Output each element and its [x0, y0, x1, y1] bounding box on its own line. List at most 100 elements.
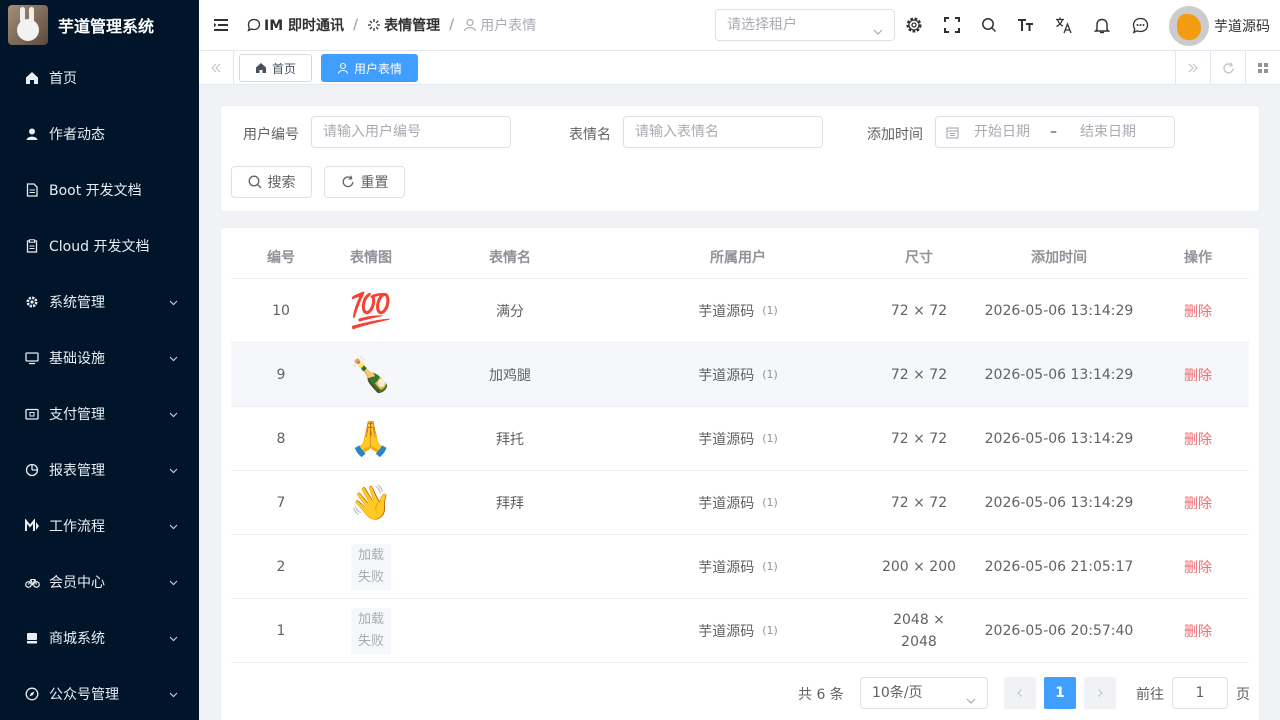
- column-header: 操作: [1184, 250, 1212, 266]
- double-chevron-right-icon[interactable]: [1175, 51, 1210, 85]
- tenant-select[interactable]: 请选择租户: [715, 9, 895, 41]
- user-icon: [463, 18, 477, 32]
- delete-button[interactable]: 删除: [1184, 429, 1212, 449]
- avatar[interactable]: [1169, 6, 1209, 46]
- error-text: 失败: [357, 569, 384, 585]
- user-icon: [337, 62, 349, 74]
- cell-name: 拜拜: [496, 495, 524, 512]
- goto-page-input[interactable]: 1: [1172, 677, 1228, 709]
- search-icon[interactable]: [979, 15, 999, 35]
- refresh-icon[interactable]: [1210, 51, 1245, 85]
- cell-image[interactable]: 加载 失败: [331, 599, 411, 662]
- cell-image[interactable]: 💯: [331, 279, 411, 342]
- document-icon: [24, 182, 40, 198]
- prev-page-button[interactable]: [1004, 677, 1036, 709]
- date-range-picker[interactable]: 开始日期 – 结束日期: [935, 116, 1175, 148]
- sidebar-item-label: 工作流程: [49, 519, 105, 535]
- delete-button[interactable]: 删除: [1184, 301, 1212, 321]
- tag-user-emoji[interactable]: 用户表情: [321, 54, 419, 82]
- sidebar-item-label: 商城系统: [49, 631, 105, 647]
- app-title: 芋道管理系统: [58, 17, 155, 36]
- user-count: (1): [762, 496, 778, 509]
- cell-user: 芋道源码 (1): [609, 535, 867, 598]
- sidebar-item-cloud-docs[interactable]: Cloud 开发文档: [0, 218, 199, 274]
- cell-image[interactable]: 🙏: [331, 407, 411, 470]
- breadcrumb-separator: /: [449, 17, 455, 33]
- cell-time: 2026-05-06 13:14:29: [984, 494, 1134, 511]
- delete-button[interactable]: 删除: [1184, 365, 1212, 385]
- search-button[interactable]: 搜索: [231, 166, 312, 198]
- cell-id: 2: [276, 558, 286, 575]
- delete-button[interactable]: 删除: [1184, 621, 1212, 641]
- image-load-error[interactable]: 加载 失败: [351, 607, 391, 654]
- tag-label: 首页: [272, 61, 297, 76]
- settings-gear-icon[interactable]: [904, 15, 924, 35]
- user-count: (1): [762, 432, 778, 445]
- table-header: 编号 表情图 表情名 所属用户 尺寸 添加时间 操作: [231, 238, 1249, 279]
- next-page-button[interactable]: [1084, 677, 1116, 709]
- message-icon[interactable]: [1130, 15, 1150, 35]
- bell-icon[interactable]: [1092, 15, 1112, 35]
- sidebar-item-workflow[interactable]: 工作流程: [0, 498, 199, 554]
- emoji-image[interactable]: 🍾: [350, 355, 392, 395]
- cell-action: 删除: [1147, 471, 1249, 534]
- fullscreen-icon[interactable]: [942, 15, 962, 35]
- delete-button[interactable]: 删除: [1184, 557, 1212, 577]
- breadcrumb-item-im[interactable]: IM 即时通讯: [247, 15, 344, 35]
- sidebar-item-author-news[interactable]: 作者动态: [0, 106, 199, 162]
- cell-image[interactable]: 🍾: [331, 343, 411, 406]
- emoji-image[interactable]: 🙏: [350, 419, 392, 459]
- chevron-down-icon: [965, 688, 977, 718]
- sidebar-item-home[interactable]: 首页: [0, 50, 199, 106]
- start-date-input[interactable]: 开始日期: [974, 117, 1030, 147]
- sidebar-item-pay[interactable]: 支付管理: [0, 386, 199, 442]
- breadcrumb-label: 表情管理: [384, 18, 441, 34]
- emoji-name-input[interactable]: 请输入表情名: [623, 116, 823, 148]
- user-id-input[interactable]: 请输入用户编号: [311, 116, 511, 148]
- sidebar-item-system[interactable]: 系统管理: [0, 274, 199, 330]
- end-date-input[interactable]: 结束日期: [1080, 117, 1136, 147]
- delete-button[interactable]: 删除: [1184, 493, 1212, 513]
- app-logo-area[interactable]: 芋道管理系统: [0, 0, 199, 50]
- sidebar-item-report[interactable]: 报表管理: [0, 442, 199, 498]
- emoji-image[interactable]: 💯: [350, 291, 392, 331]
- sidebar-item-mp[interactable]: 公众号管理: [0, 666, 199, 720]
- chevron-right-icon: [1095, 688, 1105, 698]
- table-card: 编号 表情图 表情名 所属用户 尺寸 添加时间 操作 10 💯 满分 芋道源码 (…: [220, 227, 1260, 720]
- sidebar-item-infra[interactable]: 基础设施: [0, 330, 199, 386]
- cell-id: 9: [276, 366, 286, 383]
- sidebar-item-boot-docs[interactable]: Boot 开发文档: [0, 162, 199, 218]
- cell-action: 删除: [1147, 599, 1249, 662]
- translate-icon[interactable]: [1054, 15, 1074, 35]
- double-chevron-left-icon[interactable]: [199, 51, 234, 85]
- user-name[interactable]: 芋道源码: [1214, 16, 1270, 36]
- emoji-image[interactable]: 👋: [350, 483, 392, 523]
- cell-id: 1: [276, 622, 286, 639]
- shop-icon: [24, 630, 40, 646]
- cell-time: 2026-05-06 21:05:17: [984, 558, 1134, 575]
- page-size-select[interactable]: 10条/页: [860, 677, 988, 709]
- filter-label-user-id: 用户编号: [243, 127, 299, 143]
- cell-name: [411, 599, 609, 662]
- image-load-error[interactable]: 加载 失败: [351, 543, 391, 590]
- page-number-button[interactable]: 1: [1044, 677, 1076, 709]
- grid-menu-icon[interactable]: [1245, 51, 1280, 85]
- fox-avatar-icon: [1177, 14, 1201, 40]
- cell-size: 72 × 72: [890, 430, 948, 447]
- cell-time: 2026-05-06 13:14:29: [984, 366, 1134, 383]
- chevron-down-icon: [168, 296, 179, 312]
- breadcrumb-item-emoji[interactable]: 表情管理: [367, 15, 440, 35]
- font-size-icon[interactable]: [1016, 15, 1036, 35]
- reset-button[interactable]: 重置: [324, 166, 405, 198]
- page-suffix: 页: [1236, 687, 1250, 703]
- filter-label-name: 表情名: [569, 127, 611, 143]
- user-name-text: 芋道源码: [698, 623, 755, 640]
- menu-toggle-icon[interactable]: [211, 15, 231, 35]
- cell-image[interactable]: 加载 失败: [331, 535, 411, 598]
- tag-home[interactable]: 首页: [239, 54, 313, 82]
- sidebar-item-member[interactable]: 会员中心: [0, 554, 199, 610]
- sidebar-item-mall[interactable]: 商城系统: [0, 610, 199, 666]
- cell-name: 拜托: [496, 431, 524, 448]
- cell-size: 2048 × 2048: [867, 599, 971, 662]
- cell-image[interactable]: 👋: [331, 471, 411, 534]
